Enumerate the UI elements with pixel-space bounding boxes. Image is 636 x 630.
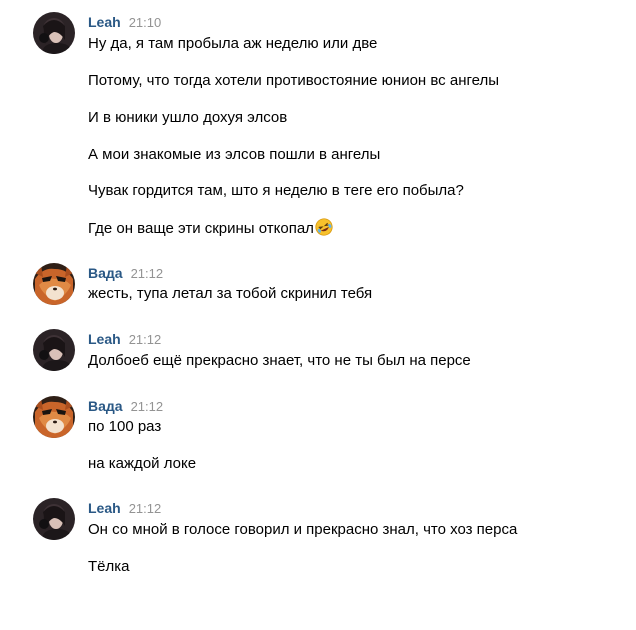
message-meta: Leah 21:12 (88, 498, 161, 518)
message-meta: Вада 21:12 (88, 263, 163, 283)
avatar[interactable] (33, 12, 75, 54)
message-time[interactable]: 21:12 (129, 501, 162, 516)
message-text: И в юники ушло дохуя элсов (88, 109, 288, 126)
message-time[interactable]: 21:12 (131, 399, 164, 414)
message-text: Чувак гордится там, што я неделю в теге … (88, 182, 464, 199)
message-time[interactable]: 21:12 (129, 332, 162, 347)
message-text: Ну да, я там пробыла аж неделю или две (88, 35, 378, 52)
rolling-on-floor-laughing-emoji-icon (315, 218, 333, 236)
message-meta: Вада 21:12 (88, 396, 163, 416)
chat-history[interactable]: Leah 21:10 Ну да, я там пробыла аж неделю… (0, 0, 636, 630)
author-name[interactable]: Вада (88, 265, 123, 281)
avatar[interactable] (33, 498, 75, 540)
message-text: жесть, тупа летал за тобой скринил тебя (88, 285, 373, 302)
message-text: на каждой локе (88, 455, 197, 472)
leah-avatar-icon (33, 498, 75, 540)
author-name[interactable]: Вада (88, 398, 123, 414)
message-text: Он со мной в голосе говорил и прекрасно … (88, 521, 518, 538)
message-text-with-emoji: Где он ваще эти скрины откопал (88, 218, 333, 239)
avatar[interactable] (33, 396, 75, 438)
message-text: Где он ваще эти скрины откопал (88, 220, 314, 237)
author-name[interactable]: Leah (88, 14, 121, 30)
message-time[interactable]: 21:10 (129, 15, 162, 30)
message-text: по 100 раз (88, 418, 162, 435)
leah-avatar-icon (33, 329, 75, 371)
message-time[interactable]: 21:12 (131, 266, 164, 281)
avatar[interactable] (33, 263, 75, 305)
message-text: А мои знакомые из элсов пошли в ангелы (88, 146, 381, 163)
vada-avatar-icon (33, 263, 75, 305)
author-name[interactable]: Leah (88, 500, 121, 516)
avatar[interactable] (33, 329, 75, 371)
message-text: Потому, что тогда хотели противостояние … (88, 72, 499, 89)
message-text: Долбоеб ещё прекрасно знает, что не ты б… (88, 352, 471, 369)
message-meta: Leah 21:12 (88, 329, 161, 349)
message-text: Тёлка (88, 558, 130, 575)
vada-avatar-icon (33, 396, 75, 438)
message-meta: Leah 21:10 (88, 12, 161, 32)
leah-avatar-icon (33, 12, 75, 54)
author-name[interactable]: Leah (88, 331, 121, 347)
